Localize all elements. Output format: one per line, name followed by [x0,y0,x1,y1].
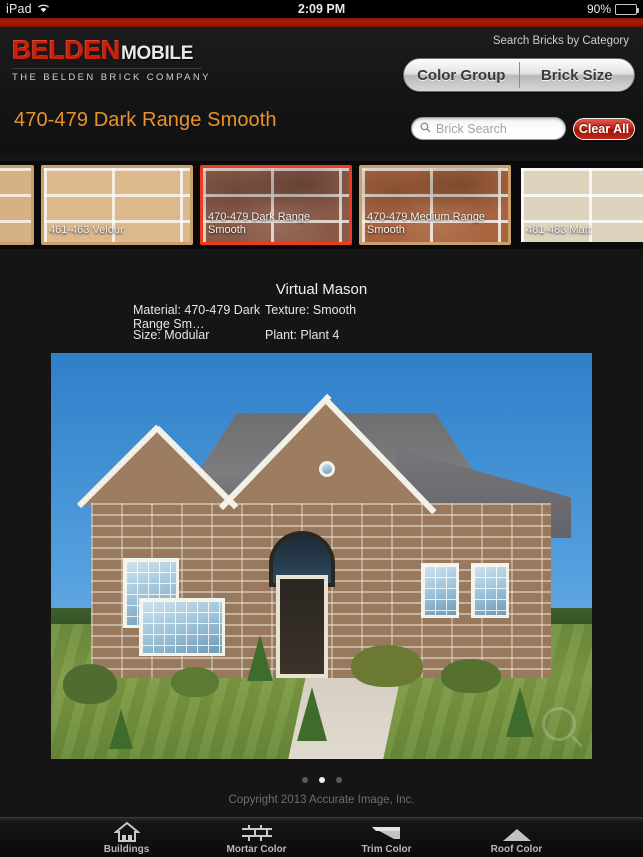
page-title: 470-479 Dark Range Smooth [14,109,277,131]
page-indicator[interactable] [0,777,643,783]
topiary [247,635,273,681]
virtual-mason-title: Virtual Mason [275,281,368,298]
brick-swatch [0,168,31,242]
tab-trim-color[interactable]: Trim Color [346,821,428,855]
metadata-row: Material: 470-479 Dark Range Sm… Texture… [0,303,643,331]
page-dot[interactable] [335,777,342,783]
left-gable [79,425,235,505]
status-bar-right: 90% [586,2,639,16]
shrub [63,664,117,704]
search-icon [420,120,431,138]
shrub [171,667,219,697]
size-value: Size: Modular [133,328,210,342]
belden-mobile-logo[interactable]: BELDEN MOBILE THE BELDEN BRICK COMPANY [12,35,212,83]
search-box[interactable] [411,117,566,140]
brick-thumbnail[interactable]: 481-483 Matt [518,165,643,245]
logo-tagline: THE BELDEN BRICK COMPANY [12,72,211,83]
shrub [351,645,423,687]
window [421,563,459,618]
status-bar: iPad 2:09 PM 90% [0,0,643,18]
house-preview-image[interactable] [51,353,592,759]
brick-thumbnail[interactable]: 470-479 Medium Range Smooth [359,165,511,245]
brick-thumbnail-label: 470-479 Dark Range Smooth [208,211,311,236]
texture-value: Texture: Smooth [265,303,357,317]
search-input[interactable] [436,121,557,136]
brick-thumbnail-label: 470-479 Medium Range Smooth [367,211,486,236]
search-category-label: Search Bricks by Category [492,35,629,47]
plant-value: Plant: Plant 4 [265,328,340,342]
segment-brick-size[interactable]: Brick Size [520,59,635,91]
app-header: BELDEN MOBILE THE BELDEN BRICK COMPANY S… [0,27,643,155]
tab-mortar-color[interactable]: Mortar Color [216,821,298,855]
logo-divider [12,68,202,69]
material-value: Material: 470-479 Dark Range Sm… [133,303,261,331]
brick-metadata: Material: 470-479 Dark Range Sm… Texture… [0,303,643,353]
logo-brand-text: BELDEN [12,35,121,65]
app-root: iPad 2:09 PM 90% BELDEN MOBILE THE BELDE… [0,0,643,857]
status-bar-clock: 2:09 PM [297,2,346,16]
tab-label: Roof Color [490,843,543,855]
battery-icon [615,3,639,15]
metadata-row: Size: Modular Plant: Plant 4 [0,328,643,353]
brick-thumbnail[interactable] [0,165,34,245]
category-segmented-control[interactable]: Color Group Brick Size [403,58,635,92]
copyright-text: Copyright 2013 Accurate Image, Inc. [228,794,415,806]
clear-all-button[interactable]: Clear All [573,117,635,140]
brick-wall-icon [241,821,272,843]
battery-percent: 90% [586,2,611,16]
topiary [506,687,534,737]
window [471,563,509,618]
center-gable [221,395,431,505]
brick-thumbnail-selected[interactable]: 470-479 Dark Range Smooth [200,165,352,245]
round-attic-vent [319,461,335,477]
topiary [297,687,327,741]
brick-thumbnail-label: 481-483 Matt [526,224,591,236]
topiary [109,709,133,749]
brick-thumbnail-label: 461-463 Velour [49,224,124,236]
page-dot[interactable] [301,777,308,783]
page-dot-active[interactable] [318,777,325,783]
search-area: Clear All [411,117,635,140]
house-icon [113,821,140,843]
bottom-tab-bar[interactable]: Buildings Mortar Color Trim Color Roof C… [0,817,643,857]
logo-product-text: MOBILE [121,43,194,64]
tab-buildings[interactable]: Buildings [86,821,168,855]
segment-color-group[interactable]: Color Group [404,59,519,91]
trim-icon [371,821,402,843]
tab-label: Trim Color [361,843,412,855]
tab-label: Buildings [103,843,150,855]
brick-thumbnail[interactable]: 461-463 Velour [41,165,193,245]
window [139,598,225,656]
front-door [276,575,328,678]
roof-icon [502,821,532,843]
brand-accent-bar [0,18,643,27]
tab-roof-color[interactable]: Roof Color [476,821,558,855]
magnifier-icon [542,707,576,741]
tab-label: Mortar Color [226,843,287,855]
shrub [441,659,501,693]
brick-thumbnail-strip[interactable]: 461-463 Velour 470-479 Dark Range Smooth… [0,161,643,249]
